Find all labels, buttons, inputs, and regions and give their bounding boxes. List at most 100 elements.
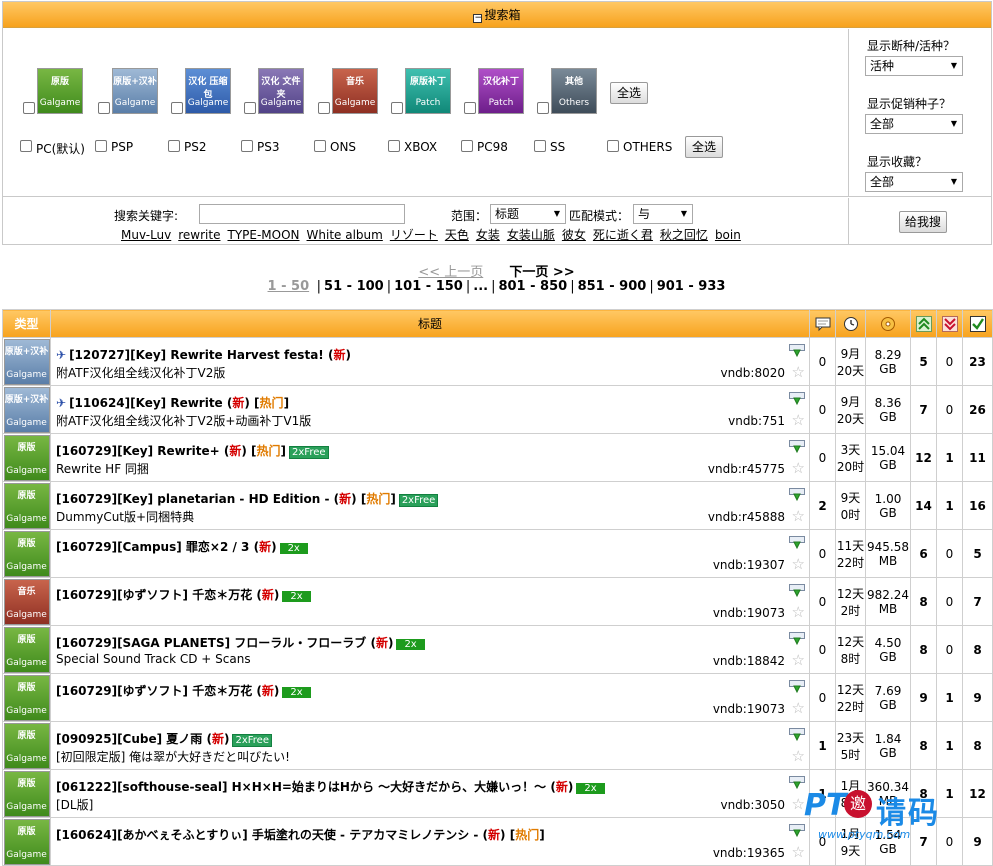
category-icon[interactable]: 其他 Others (551, 68, 597, 114)
torrent-title[interactable]: [160729][ゆずソフト] 千恋＊万花 (新) 2x (56, 682, 311, 699)
category-icon[interactable]: 音乐 Galgame (332, 68, 378, 114)
bookmark-star-icon[interactable]: ☆ (792, 556, 805, 572)
comments-cell[interactable]: 2 (809, 481, 836, 530)
platform-checkbox[interactable] (461, 140, 473, 152)
platform-checkbox[interactable] (241, 140, 253, 152)
completed-cell[interactable]: 8 (962, 625, 993, 674)
platform-checkbox[interactable] (607, 140, 619, 152)
completed-cell[interactable]: 5 (962, 529, 993, 578)
hot-keyword-link[interactable]: リゾート (390, 228, 438, 242)
scope-select[interactable]: 标题 ▼ (490, 204, 566, 224)
leechers-header[interactable] (936, 309, 963, 338)
category-icon[interactable]: 原版 Galgame (3, 722, 50, 769)
comments-cell[interactable]: 0 (809, 529, 836, 578)
completed-header[interactable] (962, 309, 993, 338)
category-checkbox[interactable] (244, 102, 256, 114)
alive-select[interactable]: 活种 ▼ (865, 56, 963, 76)
category-checkbox[interactable] (23, 102, 35, 114)
page-link[interactable]: 801 - 850 (498, 279, 567, 294)
category-icon[interactable]: 原版 Galgame (3, 770, 50, 817)
leechers-cell[interactable]: 1 (936, 721, 963, 770)
vndb-link[interactable]: vndb:19307 (713, 558, 785, 572)
torrent-title[interactable]: [160729][Key] planetarian - HD Edition -… (56, 490, 439, 507)
download-icon[interactable] (789, 584, 805, 598)
hot-keyword-link[interactable]: 女装山脈 (507, 228, 555, 242)
comments-cell[interactable]: 0 (809, 673, 836, 722)
comments-header[interactable] (809, 309, 836, 338)
category-icon[interactable]: 原版 Galgame (3, 530, 50, 577)
keyword-input[interactable] (199, 204, 405, 224)
download-icon[interactable] (789, 632, 805, 646)
comments-cell[interactable]: 0 (809, 433, 836, 482)
hot-keyword-link[interactable]: 彼女 (562, 228, 586, 242)
mode-select[interactable]: 与 ▼ (633, 204, 693, 224)
leechers-cell[interactable]: 1 (936, 481, 963, 530)
comments-cell[interactable]: 0 (809, 385, 836, 434)
size-header[interactable] (865, 309, 911, 338)
seeders-cell[interactable]: 7 (910, 385, 937, 434)
select-all-platforms-button[interactable]: 全选 (685, 136, 723, 158)
completed-cell[interactable]: 8 (962, 721, 993, 770)
vndb-link[interactable]: vndb:r45775 (708, 462, 785, 476)
hot-keyword-link[interactable]: 死に逝く君 (593, 228, 653, 242)
hot-keyword-link[interactable]: 秋之回忆 (660, 228, 708, 242)
category-checkbox[interactable] (537, 102, 549, 114)
seeders-cell[interactable]: 9 (910, 673, 937, 722)
platform-checkbox[interactable] (314, 140, 326, 152)
completed-cell[interactable]: 9 (962, 673, 993, 722)
category-icon[interactable]: 原版 Galgame (3, 674, 50, 721)
torrent-title[interactable]: [160729][SAGA PLANETS] フローラル・フローラブ (新) 2x (56, 634, 425, 651)
vndb-link[interactable]: vndb:18842 (713, 654, 785, 668)
category-icon[interactable]: 原版 Galgame (3, 434, 50, 481)
platform-checkbox[interactable] (20, 140, 32, 152)
torrent-title[interactable]: ✈ [110624][Key] Rewrite (新) [热门] (56, 394, 289, 411)
type-header[interactable]: 类型 (2, 309, 51, 338)
category-icon[interactable]: 汉化 压缩包 Galgame (185, 68, 231, 114)
bookmark-star-icon[interactable]: ☆ (792, 460, 805, 476)
collapse-icon[interactable]: − (473, 14, 483, 23)
seeders-cell[interactable]: 6 (910, 529, 937, 578)
category-icon[interactable]: 原版补丁 Patch (405, 68, 451, 114)
category-icon[interactable]: 原版 Galgame (3, 482, 50, 529)
bookmark-star-icon[interactable]: ☆ (792, 508, 805, 524)
seeders-cell[interactable]: 14 (910, 481, 937, 530)
bookmark-star-icon[interactable]: ☆ (792, 364, 805, 380)
bookmark-star-icon[interactable]: ☆ (792, 604, 805, 620)
category-icon[interactable]: 汉化补丁 Patch (478, 68, 524, 114)
category-icon[interactable]: 原版 Galgame (3, 818, 50, 865)
torrent-title[interactable]: [061222][softhouse-seal] H×H×H=始まりはHから ～… (56, 778, 605, 795)
hot-keyword-link[interactable]: 女装 (476, 228, 500, 242)
vndb-link[interactable]: vndb:r45888 (708, 510, 785, 524)
platform-checkbox[interactable] (95, 140, 107, 152)
hot-keyword-link[interactable]: boin (715, 228, 741, 242)
promo-select[interactable]: 全部 ▼ (865, 114, 963, 134)
vndb-link[interactable]: vndb:3050 (720, 798, 785, 812)
torrent-title[interactable]: [160729][Campus] 罪恋×2 / 3 (新) 2x (56, 538, 308, 555)
download-icon[interactable] (789, 440, 805, 454)
torrent-title[interactable]: [160729][Key] Rewrite+ (新) [热门] 2xFree (56, 442, 329, 459)
seeders-cell[interactable]: 8 (910, 625, 937, 674)
search-box-header[interactable]: − 搜索箱 (3, 2, 991, 28)
download-icon[interactable] (789, 488, 805, 502)
time-header[interactable] (835, 309, 866, 338)
seeders-header[interactable] (910, 309, 937, 338)
title-header[interactable]: 标题 (50, 309, 810, 338)
leechers-cell[interactable]: 1 (936, 673, 963, 722)
vndb-link[interactable]: vndb:19073 (713, 606, 785, 620)
completed-cell[interactable]: 11 (962, 433, 993, 482)
search-button[interactable]: 给我搜 (899, 211, 947, 233)
vndb-link[interactable]: vndb:751 (728, 414, 785, 428)
torrent-title[interactable]: [090925][Cube] 夏ノ雨 (新) 2xFree (56, 730, 272, 747)
seeders-cell[interactable]: 5 (910, 337, 937, 386)
comments-cell[interactable]: 1 (809, 721, 836, 770)
completed-cell[interactable]: 26 (962, 385, 993, 434)
category-icon[interactable]: 原版+汉补 Galgame (112, 68, 158, 114)
category-checkbox[interactable] (318, 102, 330, 114)
hot-keyword-link[interactable]: TYPE-MOON (227, 228, 299, 242)
torrent-title[interactable]: [160729][ゆずソフト] 千恋＊万花 (新) 2x (56, 586, 311, 603)
download-icon[interactable] (789, 392, 805, 406)
category-icon[interactable]: 原版 Galgame (3, 626, 50, 673)
torrent-title[interactable]: [160624][あかべぇそふとすりぃ] 手垢塗れの天使 - テアカマミレノテン… (56, 826, 545, 843)
next-page-link[interactable]: 下一页 >> (509, 265, 574, 280)
leechers-cell[interactable]: 0 (936, 577, 963, 626)
